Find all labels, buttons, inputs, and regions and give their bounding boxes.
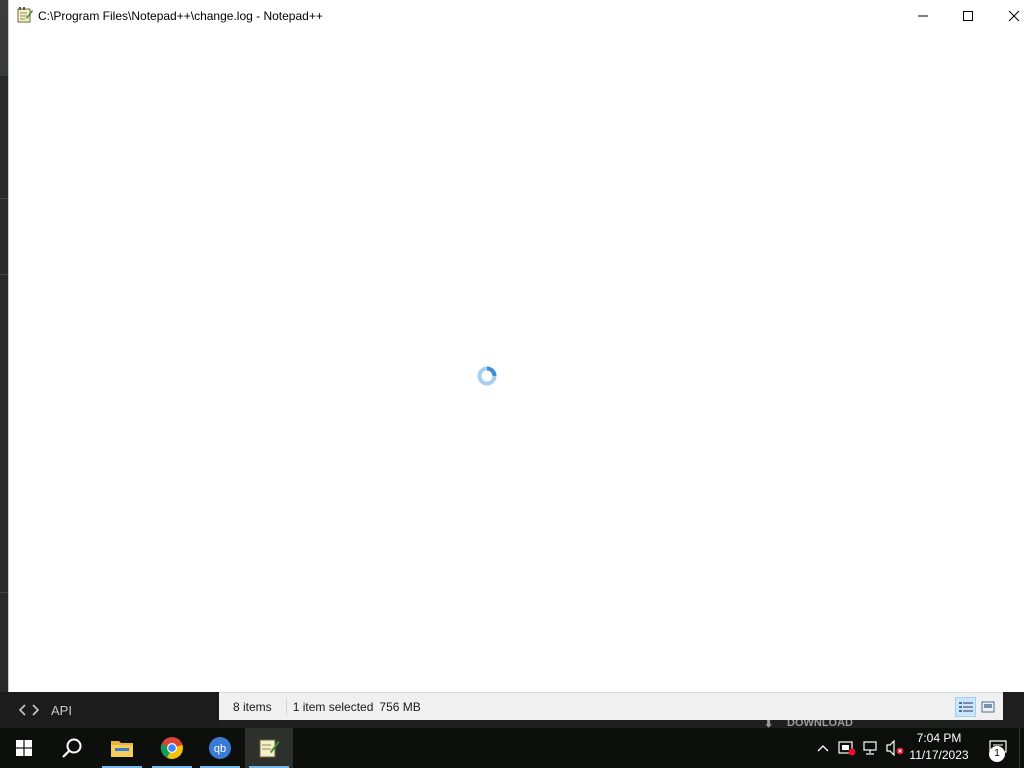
download-label: DOWNLOAD: [787, 720, 853, 728]
close-icon: [1008, 10, 1020, 21]
busy-cursor-icon: [477, 366, 497, 386]
chrome-icon: [160, 737, 183, 759]
api-nav-item[interactable]: API: [0, 692, 219, 728]
search-button[interactable]: [48, 728, 96, 768]
maximize-button[interactable]: [945, 0, 991, 31]
maximize-icon: [963, 10, 973, 21]
title-bar[interactable]: C:\Program Files\Notepad++\change.log - …: [9, 0, 1024, 31]
details-view-button[interactable]: [955, 697, 976, 717]
minimize-button[interactable]: [900, 0, 946, 31]
download-button-peek: ⬇ DOWNLOAD: [752, 720, 872, 728]
background-window-edge: [0, 76, 8, 692]
folder-icon: [111, 741, 133, 757]
qbittorrent-icon: qb: [209, 737, 231, 759]
taskbar: qb 7:04 PM 11/17/2023: [0, 728, 1024, 768]
security-tray-icon[interactable]: [836, 728, 858, 768]
network-icon: [863, 741, 877, 755]
selected-size: 756 MB: [379, 699, 421, 714]
taskbar-file-explorer[interactable]: [98, 728, 146, 768]
volume-muted-icon: [886, 740, 904, 756]
show-desktop-button[interactable]: [1019, 728, 1024, 768]
details-view-icon: [958, 702, 973, 712]
show-hidden-icons-button[interactable]: [814, 728, 832, 768]
view-switcher: [955, 697, 999, 719]
selected-count: 1 item selected: [292, 699, 374, 714]
item-count: 8 items: [233, 699, 272, 714]
code-icon: [18, 704, 40, 716]
network-tray-icon[interactable]: [860, 728, 882, 768]
taskbar-qbittorrent[interactable]: qb: [196, 728, 244, 768]
taskbar-notepadpp[interactable]: [245, 728, 293, 768]
taskbar-chrome[interactable]: [148, 728, 196, 768]
download-arrow-icon: ⬇: [764, 720, 774, 728]
large-icons-view-icon: [981, 701, 994, 713]
clock-time: 7:04 PM: [916, 731, 962, 745]
minimize-icon: [918, 15, 928, 16]
notepadpp-app-icon: [17, 7, 33, 23]
large-icons-view-button[interactable]: [977, 697, 998, 717]
window-title: C:\Program Files\Notepad++\change.log - …: [38, 9, 323, 23]
api-label: API: [51, 702, 72, 718]
svg-text:qb: qb: [214, 743, 226, 755]
scroll-edge: [1003, 692, 1024, 720]
notification-count-badge: 1: [989, 746, 1005, 762]
volume-tray-icon[interactable]: [884, 728, 906, 768]
editor-area[interactable]: [9, 31, 1024, 692]
close-button[interactable]: [991, 0, 1024, 31]
notepadpp-window: C:\Program Files\Notepad++\change.log - …: [8, 0, 1024, 692]
explorer-status-bar: 8 items 1 item selected 756 MB: [219, 692, 1003, 720]
security-warning-icon: [838, 741, 856, 756]
notepadpp-icon: [259, 739, 280, 758]
clock-date: 11/17/2023: [909, 748, 969, 762]
windows-logo-icon: [16, 740, 32, 756]
system-clock[interactable]: 7:04 PM 11/17/2023: [906, 730, 972, 766]
status-divider: [285, 698, 287, 715]
search-icon: [62, 738, 82, 758]
chevron-up-icon: [817, 745, 829, 752]
start-button[interactable]: [0, 728, 48, 768]
